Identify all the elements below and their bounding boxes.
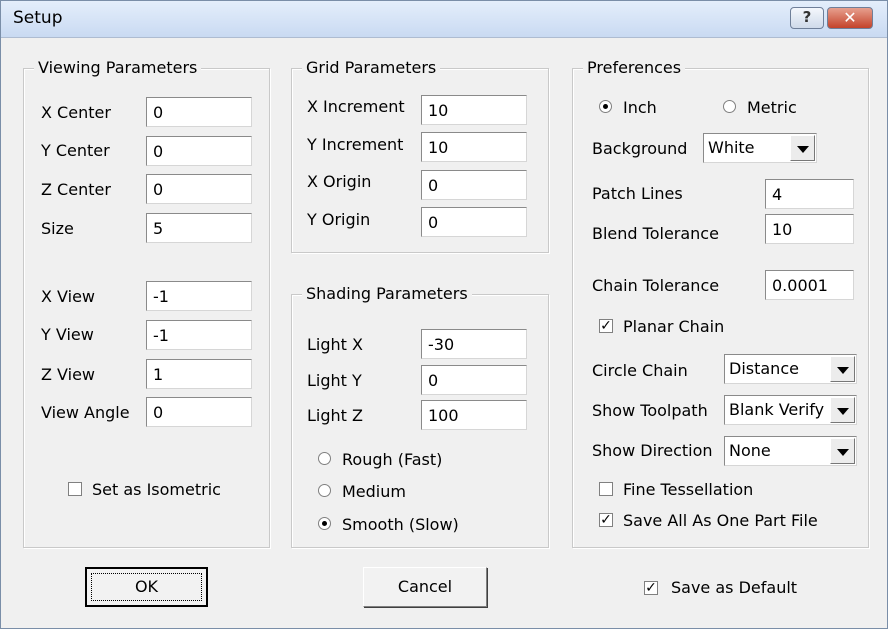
z-view-label: Z View [41, 365, 96, 384]
y-origin-label: Y Origin [307, 210, 371, 229]
medium-label: Medium [342, 482, 406, 501]
circle-chain-label: Circle Chain [592, 361, 688, 380]
window-title: Setup [13, 8, 63, 28]
smooth-slow-label: Smooth (Slow) [342, 515, 459, 534]
circle-chain-select[interactable]: Distance [724, 354, 857, 384]
background-value: White [708, 138, 755, 157]
ok-button-label: OK [91, 573, 202, 601]
x-view-input[interactable] [146, 281, 252, 311]
viewing-parameters-legend: Viewing Parameters [34, 58, 202, 78]
planar-chain-label: Planar Chain [623, 317, 725, 336]
circle-chain-value: Distance [729, 359, 799, 378]
show-direction-value: None [729, 441, 771, 460]
inch-radio[interactable] [599, 100, 612, 113]
rough-fast-label: Rough (Fast) [342, 450, 443, 469]
chevron-down-icon[interactable] [830, 356, 855, 382]
save-default-checkbox[interactable]: ✓ [644, 581, 658, 595]
inch-label: Inch [623, 98, 657, 117]
set-isometric-label: Set as Isometric [92, 480, 221, 499]
background-select[interactable]: White [703, 133, 817, 163]
chain-tolerance-label: Chain Tolerance [592, 276, 720, 295]
light-z-input[interactable] [421, 400, 527, 430]
save-one-part-label: Save All As One Part File [623, 511, 818, 530]
fine-tessellation-label: Fine Tessellation [623, 480, 754, 499]
x-center-input[interactable] [146, 97, 252, 127]
chain-tolerance-input[interactable] [765, 270, 854, 300]
show-direction-select[interactable]: None [724, 436, 857, 466]
metric-radio[interactable] [723, 100, 736, 113]
smooth-slow-radio[interactable] [318, 517, 331, 530]
fine-tessellation-checkbox[interactable] [599, 482, 613, 496]
light-y-input[interactable] [421, 365, 527, 395]
x-center-label: X Center [41, 103, 111, 122]
x-increment-input[interactable] [421, 95, 527, 125]
y-view-input[interactable] [146, 320, 252, 350]
view-angle-label: View Angle [41, 403, 130, 422]
x-origin-label: X Origin [307, 172, 372, 191]
preferences-group: Preferences Inch Metric Background White… [572, 58, 869, 548]
show-direction-label: Show Direction [592, 441, 713, 460]
preferences-legend: Preferences [583, 58, 686, 78]
show-toolpath-value: Blank Verify [729, 400, 825, 419]
shading-parameters-group: Shading Parameters Light X Light Y Light… [291, 284, 549, 548]
set-isometric-checkbox[interactable] [68, 482, 82, 496]
light-z-label: Light Z [307, 406, 363, 425]
z-view-input[interactable] [146, 359, 252, 389]
grid-parameters-legend: Grid Parameters [302, 58, 441, 78]
close-button[interactable]: ✕ [827, 7, 873, 29]
y-center-input[interactable] [146, 136, 252, 166]
light-y-label: Light Y [307, 371, 362, 390]
chevron-down-icon[interactable] [830, 438, 855, 464]
save-one-part-checkbox[interactable]: ✓ [599, 513, 613, 527]
x-origin-input[interactable] [421, 170, 527, 200]
save-default-label: Save as Default [671, 578, 798, 597]
y-center-label: Y Center [41, 141, 110, 160]
patch-lines-input[interactable] [765, 179, 854, 209]
size-label: Size [41, 219, 74, 238]
x-increment-label: X Increment [307, 97, 405, 116]
blend-tolerance-label: Blend Tolerance [592, 224, 719, 243]
y-increment-input[interactable] [421, 132, 527, 162]
setup-dialog: Setup ? ✕ Viewing Parameters X Center Y … [0, 0, 888, 629]
ok-button[interactable]: OK [85, 567, 208, 607]
view-angle-input[interactable] [146, 397, 252, 427]
light-x-input[interactable] [421, 329, 527, 359]
size-input[interactable] [146, 213, 252, 243]
medium-radio[interactable] [318, 484, 331, 497]
blend-tolerance-input[interactable] [765, 214, 854, 244]
show-toolpath-label: Show Toolpath [592, 401, 708, 420]
z-center-label: Z Center [41, 180, 111, 199]
shading-parameters-legend: Shading Parameters [302, 284, 472, 304]
chevron-down-icon[interactable] [790, 135, 815, 161]
title-bar[interactable]: Setup ? ✕ [1, 1, 887, 38]
help-button[interactable]: ? [790, 7, 824, 29]
metric-label: Metric [747, 98, 797, 117]
y-origin-input[interactable] [421, 207, 527, 237]
light-x-label: Light X [307, 335, 363, 354]
patch-lines-label: Patch Lines [592, 184, 683, 203]
cancel-button[interactable]: Cancel [363, 567, 487, 607]
background-label: Background [592, 139, 688, 158]
y-view-label: Y View [41, 325, 94, 344]
grid-parameters-group: Grid Parameters X Increment Y Increment … [291, 58, 549, 253]
rough-fast-radio[interactable] [318, 452, 331, 465]
x-view-label: X View [41, 287, 96, 306]
viewing-parameters-group: Viewing Parameters X Center Y Center Z C… [23, 58, 270, 548]
y-increment-label: Y Increment [307, 135, 404, 154]
show-toolpath-select[interactable]: Blank Verify [724, 395, 857, 425]
chevron-down-icon[interactable] [830, 397, 855, 423]
planar-chain-checkbox[interactable]: ✓ [599, 319, 613, 333]
z-center-input[interactable] [146, 174, 252, 204]
